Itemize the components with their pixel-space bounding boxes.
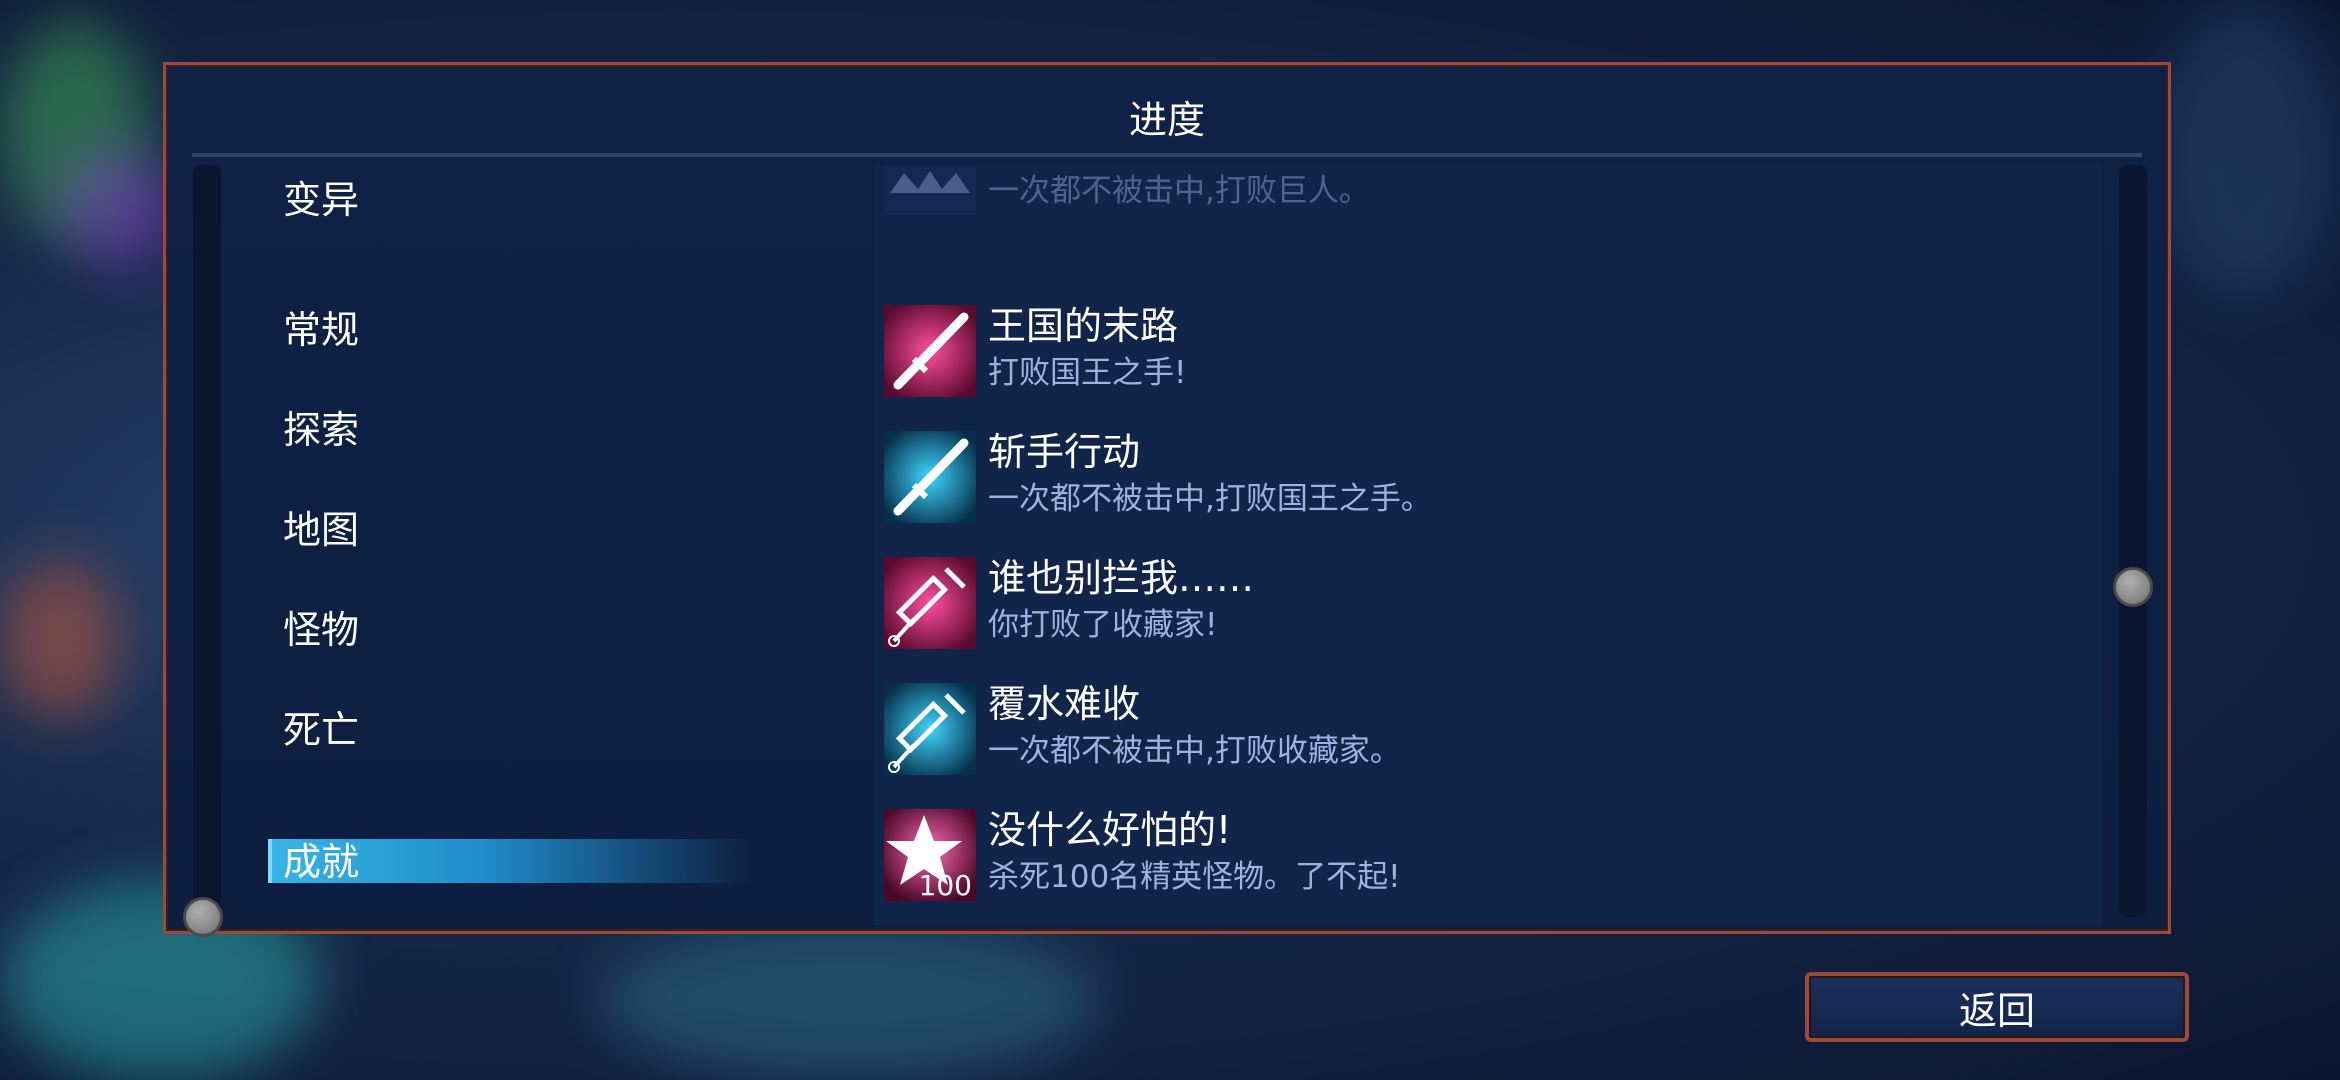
achievement-description: 一次都不被击中,打败巨人。	[988, 173, 1370, 209]
sword-cyan-icon	[884, 431, 976, 523]
achievement-title: 斩手行动	[988, 430, 1141, 474]
background-blur	[2150, 0, 2340, 300]
progress-panel: 进度 变异 常规 探索 地图 怪物 死亡 成就 一次都不被击中,打败巨人。 王国…	[163, 62, 2171, 937]
achievement-description: 打败国王之手!	[988, 355, 1187, 391]
achievement-description: 你打败了收藏家!	[988, 607, 1218, 643]
category-death[interactable]: 死亡	[283, 707, 359, 753]
achievement-item[interactable]: 谁也别拦我…… 你打败了收藏家!	[874, 553, 2102, 653]
achievement-item[interactable]: 覆水难收 一次都不被击中,打败收藏家。	[874, 679, 2102, 779]
sword-pink-icon	[884, 305, 976, 397]
achievement-item[interactable]: 斩手行动 一次都不被击中,打败国王之手。	[874, 427, 2102, 527]
achievement-item[interactable]: 王国的末路 打败国王之手!	[874, 301, 2102, 401]
star-icon: 100	[884, 809, 976, 901]
achievement-title: 王国的末路	[988, 304, 1179, 348]
syringe-pink-icon	[884, 557, 976, 649]
achievement-list[interactable]: 一次都不被击中,打败巨人。 王国的末路 打败国王之手! 斩手行动 一次都不被击中…	[874, 165, 2102, 925]
background-blur	[600, 920, 1100, 1080]
star-icon-count: 100	[919, 869, 972, 901]
title-divider	[192, 153, 2142, 157]
panel-title: 进度	[1128, 98, 1205, 142]
achievement-scroll-thumb[interactable]	[2113, 567, 2153, 607]
category-scroll-thumb[interactable]	[183, 897, 223, 937]
category-map[interactable]: 地图	[283, 507, 359, 553]
category-achievements[interactable]: 成就	[283, 839, 359, 885]
achievement-description: 一次都不被击中,打败收藏家。	[988, 733, 1401, 769]
achievement-title: 覆水难收	[988, 682, 1141, 726]
back-button[interactable]: 返回	[1805, 972, 2189, 1042]
achievement-description: 杀死100名精英怪物。了不起!	[988, 859, 1401, 895]
background-blur	[0, 560, 120, 720]
giant-icon	[884, 165, 976, 215]
syringe-cyan-icon	[884, 683, 976, 775]
achievement-description: 一次都不被击中,打败国王之手。	[988, 481, 1432, 517]
category-general[interactable]: 常规	[283, 307, 359, 353]
category-mutations[interactable]: 变异	[283, 177, 359, 223]
category-exploration[interactable]: 探索	[283, 407, 359, 453]
background-blur	[60, 150, 180, 270]
achievement-scrollbar[interactable]	[2119, 165, 2147, 917]
category-monsters[interactable]: 怪物	[283, 607, 359, 653]
achievement-item[interactable]: 100 没什么好怕的! 杀死100名精英怪物。了不起!	[874, 805, 2102, 905]
achievement-item[interactable]: 一次都不被击中,打败巨人。	[874, 165, 2102, 219]
category-scrollbar[interactable]	[193, 165, 221, 917]
achievement-title: 谁也别拦我……	[988, 556, 1255, 600]
achievement-title: 没什么好怕的!	[988, 808, 1232, 852]
